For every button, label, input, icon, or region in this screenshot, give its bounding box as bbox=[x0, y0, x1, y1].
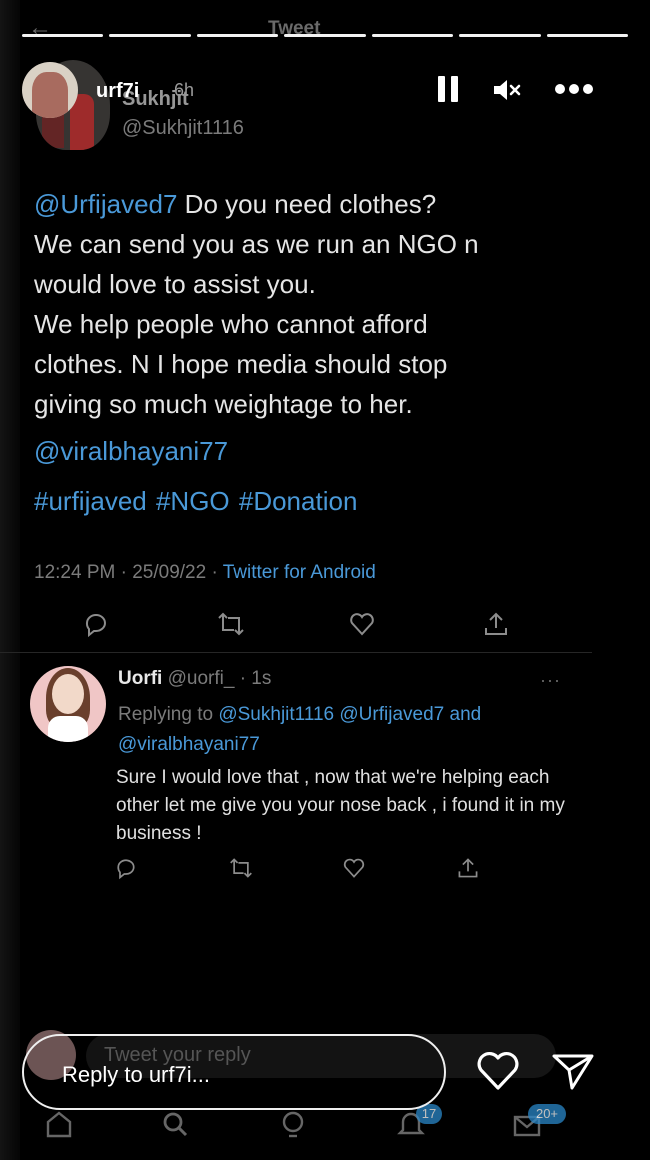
progress-segment bbox=[109, 34, 191, 37]
reply-more-icon[interactable]: ··· bbox=[540, 670, 561, 691]
back-arrow-icon: ← bbox=[28, 14, 52, 41]
send-icon[interactable] bbox=[550, 1050, 596, 1092]
story-progress-bar bbox=[22, 34, 628, 37]
replying-to-handle-2[interactable]: @viralbhayani77 bbox=[118, 734, 260, 755]
progress-segment bbox=[546, 34, 628, 37]
messages-badge: 20+ bbox=[528, 1104, 566, 1124]
like-icon[interactable] bbox=[348, 610, 376, 638]
tweet-line-5: clothes. N I hope media should stop bbox=[34, 349, 448, 379]
replying-to-handles[interactable]: @Sukhjit1116 @Urfijaved7 bbox=[218, 704, 444, 725]
reply-handle-time: @uorfi_ · 1s bbox=[167, 668, 272, 689]
reply-author-avatar[interactable] bbox=[30, 666, 106, 742]
more-horizontal-icon[interactable] bbox=[555, 84, 593, 94]
reply-author-name[interactable]: Uorfi bbox=[118, 668, 162, 689]
progress-segment bbox=[22, 34, 104, 37]
tweet-line-1: Do you need clothes? bbox=[177, 189, 437, 219]
replying-to: Replying to @Sukhjit1116 @Urfijaved7 and… bbox=[118, 700, 558, 760]
progress-segment bbox=[459, 34, 541, 37]
replying-and: and bbox=[444, 704, 482, 725]
tweet-text: @Urfijaved7 Do you need clothes? We can … bbox=[34, 184, 594, 424]
heart-icon[interactable] bbox=[474, 1048, 522, 1092]
story-user-avatar[interactable] bbox=[22, 62, 78, 118]
spaces-icon[interactable] bbox=[278, 1108, 308, 1140]
screen-edge bbox=[0, 0, 20, 1160]
speaker-muted-icon[interactable] bbox=[492, 78, 522, 102]
tweet-meta: 12:24 PM · 25/09/22 · Twitter for Androi… bbox=[34, 562, 376, 584]
story-reply-placeholder: Reply to urf7i... bbox=[62, 1062, 210, 1087]
reply-text: Sure I would love that , now that we're … bbox=[116, 767, 565, 844]
tweet-author-handle[interactable]: @Sukhjit1116 bbox=[122, 117, 244, 140]
divider bbox=[0, 652, 592, 653]
reply-actions bbox=[0, 856, 650, 886]
reply-icon[interactable] bbox=[114, 856, 142, 884]
share-icon[interactable] bbox=[456, 856, 484, 884]
tweet-source[interactable]: Twitter for Android bbox=[223, 562, 376, 583]
retweet-icon[interactable] bbox=[216, 610, 244, 638]
tweet-line-6: giving so much weightage to her. bbox=[34, 389, 413, 419]
tweet-line-4: We help people who cannot afford bbox=[34, 309, 428, 339]
story-username[interactable]: urf7i bbox=[96, 80, 139, 103]
tweet-mention-viral[interactable]: @viralbhayani77 bbox=[34, 436, 228, 467]
replying-prefix: Replying to bbox=[118, 704, 219, 725]
retweet-icon[interactable] bbox=[228, 856, 256, 884]
progress-segment bbox=[196, 34, 279, 37]
reply-icon[interactable] bbox=[82, 610, 110, 638]
pause-icon[interactable] bbox=[438, 76, 460, 102]
tweet-line-2: We can send you as we run an NGO n bbox=[34, 229, 479, 259]
tweet-timestamp: 12:24 PM · 25/09/22 · bbox=[34, 562, 223, 583]
progress-segment bbox=[371, 34, 454, 37]
search-icon[interactable] bbox=[160, 1108, 190, 1140]
story-time: 6h bbox=[174, 80, 195, 100]
home-icon[interactable] bbox=[44, 1108, 74, 1140]
tweet-actions bbox=[0, 610, 650, 640]
tweet-hashtags[interactable]: #urfijaved #NGO #Donation bbox=[34, 486, 357, 517]
like-icon[interactable] bbox=[342, 856, 370, 884]
tweet-mention[interactable]: @Urfijaved7 bbox=[34, 189, 177, 219]
share-icon[interactable] bbox=[482, 610, 510, 638]
progress-segment bbox=[284, 34, 366, 37]
reply-header: Uorfi @uorfi_ · 1s bbox=[118, 668, 271, 690]
tweet-line-3: would love to assist you. bbox=[34, 269, 316, 299]
